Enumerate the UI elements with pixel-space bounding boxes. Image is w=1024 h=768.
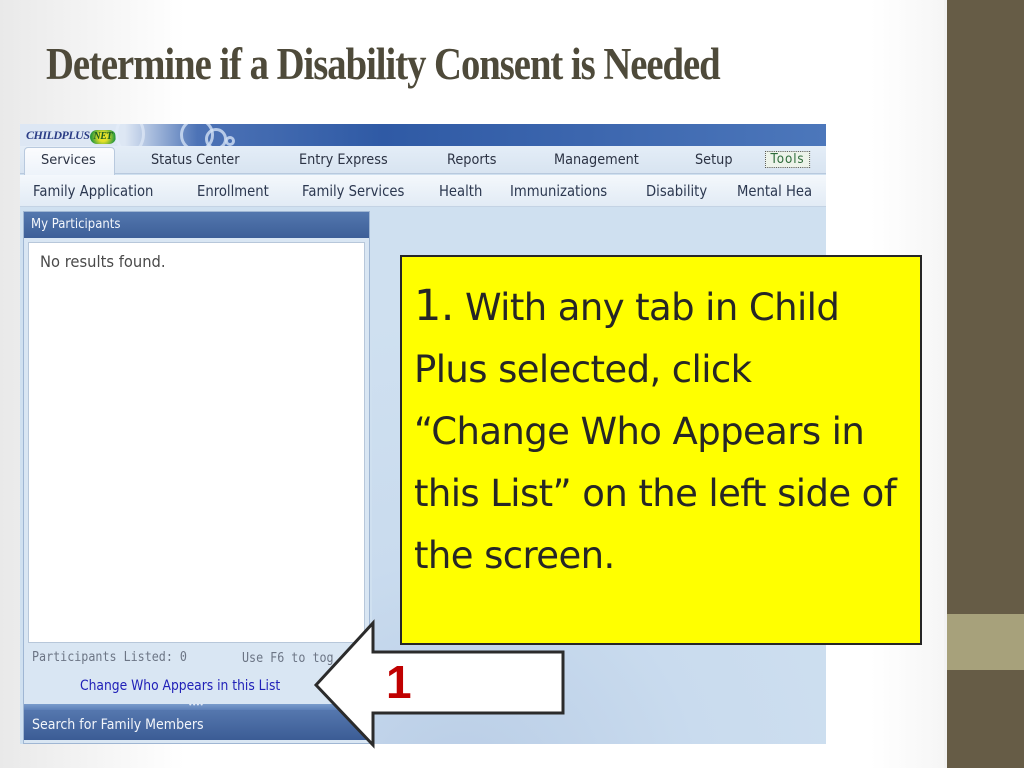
tab-management[interactable]: Management bbox=[554, 152, 639, 168]
slide-title: Determine if a Disability Consent is Nee… bbox=[46, 39, 721, 89]
tab-tools[interactable]: Tools bbox=[765, 151, 811, 168]
tab-setup[interactable]: Setup bbox=[695, 152, 732, 168]
subtab-immunizations[interactable]: Immunizations bbox=[510, 182, 607, 200]
participants-count: Participants Listed: 0 bbox=[32, 650, 187, 665]
logo-text: CHILDPLUS bbox=[26, 128, 90, 142]
search-family-members-header[interactable]: Search for Family Members bbox=[24, 710, 369, 740]
instruction-callout: 1. With any tab in Child Plus selected, … bbox=[400, 255, 922, 645]
main-tab-bar: Services Status Center Entry Express Rep… bbox=[20, 146, 826, 175]
tab-services[interactable]: Services bbox=[24, 147, 115, 175]
participants-panel: My Participants No results found. Partic… bbox=[23, 211, 370, 744]
subtab-enrollment[interactable]: Enrollment bbox=[197, 182, 269, 200]
sub-tab-bar: Family Application Enrollment Family Ser… bbox=[20, 175, 826, 207]
splitter-grip-icon: •••• bbox=[188, 700, 205, 709]
f6-hint: Use F6 to tog bbox=[242, 651, 334, 666]
tab-status-center[interactable]: Status Center bbox=[151, 152, 239, 168]
subtab-family-application[interactable]: Family Application bbox=[33, 182, 153, 200]
empty-message: No results found. bbox=[40, 252, 166, 271]
change-who-appears-link[interactable]: Change Who Appears in this List bbox=[80, 678, 280, 694]
app-banner: CHILDPLUS NET bbox=[20, 124, 826, 154]
side-bar-accent bbox=[947, 614, 1024, 670]
participants-panel-title: My Participants bbox=[31, 217, 121, 232]
tab-entry-express[interactable]: Entry Express bbox=[299, 152, 388, 168]
childplus-logo: CHILDPLUS NET bbox=[26, 126, 117, 144]
subtab-family-services[interactable]: Family Services bbox=[302, 182, 404, 200]
arrow-step-number: 1 bbox=[386, 656, 412, 708]
participants-panel-header: My Participants bbox=[24, 212, 369, 238]
banner-decoration bbox=[225, 136, 235, 146]
participants-list[interactable]: No results found. bbox=[28, 242, 365, 643]
callout-text: With any tab in Child Plus selected, cli… bbox=[414, 286, 897, 577]
slide-side-bar bbox=[944, 0, 1024, 768]
callout-step-number: 1. bbox=[414, 281, 454, 331]
search-family-members-title: Search for Family Members bbox=[32, 717, 204, 733]
subtab-disability[interactable]: Disability bbox=[646, 182, 707, 200]
logo-badge: NET bbox=[89, 130, 117, 144]
subtab-mental-health[interactable]: Mental Hea bbox=[737, 182, 812, 200]
subtab-health[interactable]: Health bbox=[439, 182, 482, 200]
tab-reports[interactable]: Reports bbox=[447, 152, 496, 168]
